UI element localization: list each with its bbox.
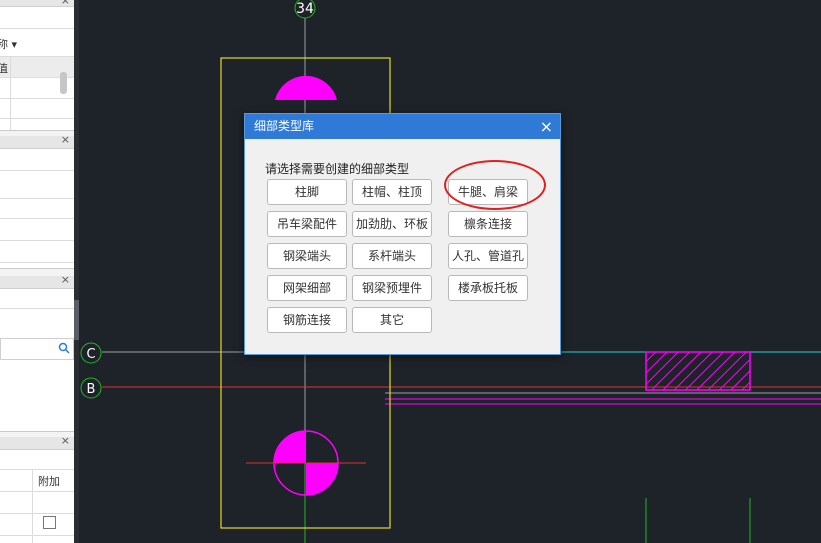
pane-header: × bbox=[0, 434, 74, 450]
dialog-prompt: 请选择需要创建的细部类型 bbox=[265, 162, 410, 176]
column-header: 值 bbox=[0, 60, 8, 76]
search-icon[interactable] bbox=[58, 342, 70, 354]
properties-pane: × 称 ▾ 值 bbox=[0, 0, 74, 131]
type-button-other[interactable]: 其它 bbox=[352, 307, 432, 333]
axis-label-c: C bbox=[86, 347, 95, 362]
close-icon[interactable]: × bbox=[540, 114, 553, 139]
attach-checkbox[interactable] bbox=[43, 516, 56, 529]
pane-header: × bbox=[0, 0, 74, 7]
close-icon[interactable]: × bbox=[61, 0, 70, 7]
type-button-beam-end[interactable]: 钢梁端头 bbox=[267, 243, 347, 269]
type-button-manhole[interactable]: 人孔、管道孔 bbox=[448, 243, 528, 269]
dropdown-label[interactable]: 称 ▾ bbox=[0, 36, 17, 52]
type-button-embedded-part[interactable]: 钢梁预埋件 bbox=[352, 275, 432, 301]
close-icon[interactable]: × bbox=[61, 133, 70, 146]
pane-header: × bbox=[0, 273, 74, 289]
close-icon[interactable]: × bbox=[61, 434, 70, 447]
scrollbar-thumb[interactable] bbox=[60, 72, 67, 94]
type-button-deck-bracket[interactable]: 楼承板托板 bbox=[448, 275, 528, 301]
left-panel: × 称 ▾ 值 × × bbox=[0, 0, 76, 543]
type-button-rebar-connection[interactable]: 钢筋连接 bbox=[267, 307, 347, 333]
detail-type-library-dialog: 细部类型库 × 请选择需要创建的细部类型 柱脚 柱帽、柱顶 牛腿、肩梁 吊车梁配… bbox=[244, 113, 561, 355]
axis-label-34: 34 bbox=[296, 1, 314, 17]
type-button-purlin[interactable]: 檩条连接 bbox=[448, 211, 528, 237]
list-pane: × 附加 bbox=[0, 434, 74, 543]
layers-pane: × bbox=[0, 133, 74, 269]
dialog-title: 细部类型库 bbox=[254, 119, 315, 133]
type-button-stiffener[interactable]: 加劲肋、环板 bbox=[352, 211, 432, 237]
close-icon[interactable]: × bbox=[61, 273, 70, 286]
type-button-crane-beam[interactable]: 吊车梁配件 bbox=[267, 211, 347, 237]
hatched-section bbox=[645, 351, 751, 391]
search-input[interactable] bbox=[0, 338, 74, 360]
column-header-attach: 附加 bbox=[38, 475, 60, 488]
type-button-column-cap[interactable]: 柱帽、柱顶 bbox=[352, 179, 432, 205]
type-button-space-frame[interactable]: 网架细部 bbox=[267, 275, 347, 301]
axis-label-b: B bbox=[87, 382, 96, 397]
type-button-tie-rod-end[interactable]: 系杆端头 bbox=[352, 243, 432, 269]
search-pane: × bbox=[0, 273, 74, 432]
dialog-titlebar[interactable]: 细部类型库 × bbox=[245, 114, 560, 139]
type-button-corbel[interactable]: 牛腿、肩梁 bbox=[448, 179, 528, 205]
type-button-column-base[interactable]: 柱脚 bbox=[267, 179, 347, 205]
pane-header: × bbox=[0, 133, 74, 149]
